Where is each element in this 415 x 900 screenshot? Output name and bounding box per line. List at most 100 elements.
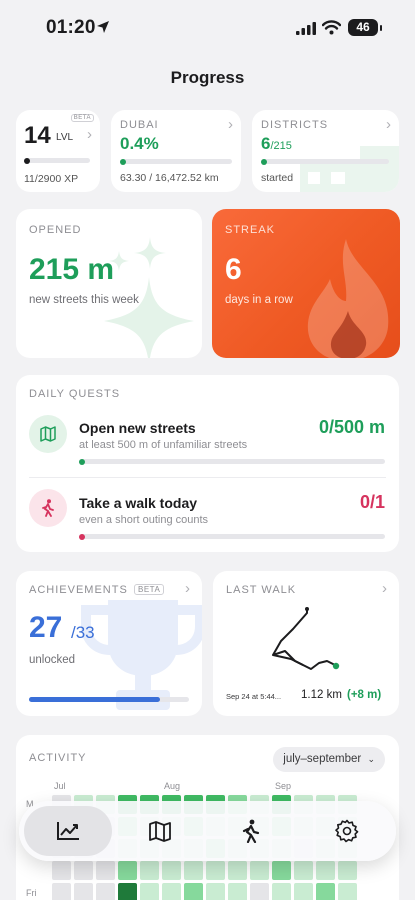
level-value: 14 <box>24 122 51 149</box>
districts-progress-dot <box>261 158 267 165</box>
city-card[interactable]: DUBAI › 0.4% 63.30 / 16,472.52 km <box>111 110 241 192</box>
quest-progress-track <box>79 533 385 540</box>
activity-cell <box>250 861 269 880</box>
achievements-progress-track <box>29 697 189 702</box>
achievements-caption: unlocked <box>29 654 76 666</box>
activity-cell <box>74 861 93 880</box>
level-unit: LVL <box>56 132 74 143</box>
activity-cell <box>162 861 181 880</box>
city-progress-track <box>120 158 232 165</box>
activity-cell <box>250 883 269 900</box>
activity-cell <box>228 861 247 880</box>
level-xp: 11/2900 XP <box>24 173 79 185</box>
achievements-total: /33 <box>71 623 95 642</box>
month-label: Sep <box>275 781 292 791</box>
wifi-icon <box>322 20 341 35</box>
achievements-progress-fill <box>29 697 160 702</box>
activity-cell <box>294 883 313 900</box>
divider <box>29 477 386 478</box>
daily-quests-card: DAILY QUESTS Open new streets at least 5… <box>16 375 399 552</box>
achievements-value: 27 <box>29 611 63 644</box>
walk-route-map <box>272 607 340 670</box>
districts-card[interactable]: DISTRICTS › 6/215 started <box>252 110 399 192</box>
activity-cell <box>118 883 137 900</box>
activity-cell <box>140 883 159 900</box>
city-percent: 0.4% <box>120 134 159 153</box>
streak-card[interactable]: STREAK 6 days in a row <box>212 209 400 358</box>
activity-cell <box>96 861 115 880</box>
chevron-right-icon: › <box>185 580 190 597</box>
activity-cell <box>140 861 159 880</box>
activity-cell <box>294 861 313 880</box>
level-progress-track <box>24 157 90 164</box>
city-progress-dot <box>120 158 126 165</box>
status-bar: 01:20 46 <box>0 0 415 56</box>
status-time: 01:20 <box>46 17 96 38</box>
chevron-right-icon: › <box>382 580 387 597</box>
level-progress-dot <box>24 157 30 164</box>
tab-map[interactable] <box>118 806 202 856</box>
chevron-right-icon: › <box>386 116 391 133</box>
gear-icon <box>335 819 359 843</box>
beta-badge: BETA <box>70 114 94 122</box>
districts-title: DISTRICTS <box>261 119 329 131</box>
tab-bar <box>19 801 396 861</box>
activity-cell <box>316 883 335 900</box>
signal-icon <box>296 22 316 35</box>
opened-value: 215 m <box>29 253 115 286</box>
last-walk-card[interactable]: LAST WALK › Sep 24 at 5:44... 1.12 km (+… <box>213 571 399 716</box>
walk-quest-icon <box>29 489 67 527</box>
achievements-card[interactable]: ACHIEVEMENTS BETA › 27 /33 unlocked <box>16 571 202 716</box>
streak-title: STREAK <box>225 224 276 236</box>
flame-icon <box>307 239 389 358</box>
activity-cell <box>272 883 291 900</box>
range-select[interactable]: july–september ⌄ <box>273 747 385 772</box>
opened-card[interactable]: OPENED 215 m new streets this week <box>16 209 202 358</box>
quest-description: even a short outing counts <box>79 514 209 526</box>
chevron-right-icon: › <box>228 116 233 133</box>
city-covered: 63.30 / 16,472.52 km <box>120 172 219 184</box>
activity-cell <box>52 861 71 880</box>
tab-walk[interactable] <box>209 806 293 856</box>
activity-cell <box>96 883 115 900</box>
activity-cell <box>118 861 137 880</box>
opened-title: OPENED <box>29 224 82 236</box>
activity-cell <box>338 861 357 880</box>
chart-icon <box>57 822 79 840</box>
streak-value: 6 <box>225 253 242 286</box>
quest-progress-dot <box>79 458 85 465</box>
streak-caption: days in a row <box>225 294 293 306</box>
activity-cell <box>338 883 357 900</box>
activity-cell <box>272 861 291 880</box>
tab-settings[interactable] <box>303 806 391 856</box>
activity-cell <box>52 883 71 900</box>
chevron-down-icon: ⌄ <box>367 754 375 764</box>
districts-progress-track <box>261 158 389 165</box>
activity-cell <box>184 883 203 900</box>
activity-cell <box>206 861 225 880</box>
activity-cell <box>162 883 181 900</box>
districts-value: 6/215 <box>261 134 292 153</box>
level-card[interactable]: 14 LVL BETA › 11/2900 XP <box>16 110 100 192</box>
activity-title: ACTIVITY <box>29 752 87 764</box>
districts-caption: started <box>261 172 294 184</box>
quest-progress-track <box>79 458 385 465</box>
last-walk-date: Sep 24 at 5:44... <box>226 692 282 701</box>
tab-progress[interactable] <box>24 806 112 856</box>
beta-badge: BETA <box>134 584 165 595</box>
page-title: Progress <box>170 68 245 87</box>
daily-quests-title: DAILY QUESTS <box>29 388 121 400</box>
last-walk-distance: 1.12 km <box>301 689 342 701</box>
month-label: Aug <box>164 781 181 791</box>
last-walk-delta: (+8 m) <box>347 689 382 701</box>
walk-icon <box>242 819 260 843</box>
activity-cell <box>206 883 225 900</box>
battery-indicator: 46 <box>348 19 382 36</box>
city-name: DUBAI <box>120 119 159 131</box>
house-icon <box>300 146 399 192</box>
chevron-right-icon: › <box>87 126 92 143</box>
quest-value: 0/500 m <box>318 417 385 437</box>
quest-title: Open new streets <box>79 420 196 436</box>
activity-cell <box>228 883 247 900</box>
achievements-title: ACHIEVEMENTS <box>29 584 128 596</box>
